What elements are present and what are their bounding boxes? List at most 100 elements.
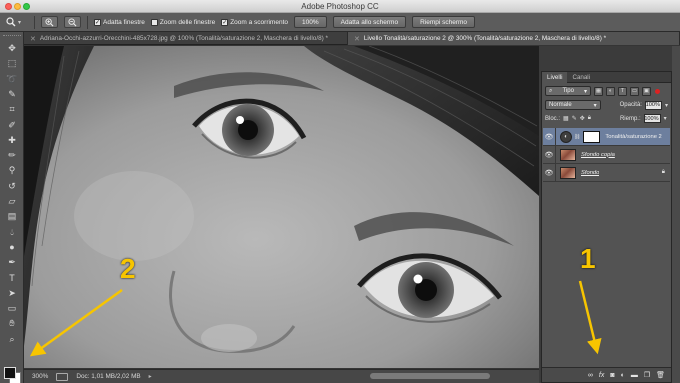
tools-panel: ✥ ⬚ ➰ ✎ ⌗ ✐ ✚ ✏ ⚲ ↺ ▱ ▤ 💧︎ ● ✒ T ➤ ▭ ✋︎ ⌕ <box>0 32 24 383</box>
filter-icon: ⌕ <box>549 87 553 94</box>
lock-label: Bloc.: <box>545 115 561 122</box>
chevron-right-icon[interactable]: ▸ <box>149 373 152 380</box>
lock-all-icon[interactable]: 🔒︎ <box>588 115 591 122</box>
close-tab-icon[interactable]: ✕ <box>30 35 36 43</box>
close-tab-icon[interactable]: ✕ <box>354 35 360 43</box>
window-title: Adobe Photoshop CC <box>301 2 379 11</box>
filter-toggle-icon[interactable] <box>655 88 660 94</box>
options-bar: ▾ ✓ Adatta finestre Zoom delle finestre … <box>0 13 680 32</box>
annotation-number-2: 2 <box>120 253 136 284</box>
collapsed-panels-strip[interactable] <box>672 46 680 383</box>
layers-panel-footer: ∞ fx ◙ ◐ ▬ ❐ 🗑︎ <box>542 367 671 382</box>
visibility-eye-icon[interactable]: 👁︎ <box>543 163 556 182</box>
blend-row: Normale ▾ Opacità: 100% ▾ <box>545 100 668 110</box>
checkbox-checked-icon: ✓ <box>221 18 229 26</box>
brush-tool-icon[interactable]: ✏ <box>4 149 20 162</box>
chevron-down-icon[interactable]: ▾ <box>664 115 667 122</box>
layer-row-sfondo-copia[interactable]: 👁︎ Sfondo copia <box>543 145 670 164</box>
chevron-down-icon[interactable]: ▾ <box>665 102 668 109</box>
quick-select-tool-icon[interactable]: ✎ <box>4 88 20 101</box>
layer-row-hue-saturation[interactable]: 👁︎ ◐ ⛓︎ Tonalità/saturazione 2 <box>543 127 670 146</box>
filter-pixel-icon[interactable]: ▦ <box>594 86 603 96</box>
pen-tool-icon[interactable]: ✒ <box>4 256 20 269</box>
zoom-out-button[interactable] <box>64 16 81 28</box>
layer-row-sfondo[interactable]: 👁︎ Sfondo 🔒︎ <box>543 163 670 182</box>
eraser-tool-icon[interactable]: ▱ <box>4 195 20 208</box>
zoom-100-button[interactable]: 100% <box>294 16 327 28</box>
layers-list: 👁︎ ◐ ⛓︎ Tonalità/saturazione 2 👁︎ Sfondo… <box>543 127 670 182</box>
title-bar: Adobe Photoshop CC <box>0 0 680 13</box>
adjustment-icon[interactable]: ◐ <box>621 372 625 379</box>
marquee-tool-icon[interactable]: ⬚ <box>4 57 20 70</box>
document-tab-active[interactable]: ✕ Livello Tonalità/saturazione 2 @ 300% … <box>348 32 680 45</box>
filter-type-icon[interactable]: T <box>618 86 627 96</box>
checkbox-label: Zoom a scorrimento <box>230 18 288 26</box>
layer-name: Sfondo <box>581 169 600 176</box>
document-canvas[interactable] <box>24 46 539 368</box>
tab-livelli[interactable]: Livelli <box>542 72 568 83</box>
document-tab-label: Adriana-Occhi-azzurri-Orecchini-485x728.… <box>39 35 329 42</box>
panel-grip[interactable] <box>3 35 21 37</box>
folder-icon[interactable]: ▬ <box>631 372 638 379</box>
new-layer-icon[interactable]: ❐ <box>644 371 650 379</box>
divider <box>34 15 35 29</box>
crop-tool-icon[interactable]: ⌗ <box>4 103 20 116</box>
type-tool-icon[interactable]: T <box>4 272 20 285</box>
lock-paint-icon[interactable]: ✎ <box>572 115 577 122</box>
fit-screen-button[interactable]: Adatta allo schermo <box>332 16 407 28</box>
blend-mode-label: Normale <box>549 102 572 108</box>
dodge-tool-icon[interactable]: ● <box>4 241 20 254</box>
filter-shape-icon[interactable]: ▭ <box>630 86 639 96</box>
photo-image <box>24 46 539 368</box>
shape-tool-icon[interactable]: ▭ <box>4 302 20 315</box>
checkbox-label: Zoom delle finestre <box>159 18 216 26</box>
tool-preset-picker[interactable]: ▾ <box>6 15 28 29</box>
lock-transparent-icon[interactable]: ▦ <box>563 115 569 122</box>
filter-adjustment-icon[interactable]: ◐ <box>606 86 615 96</box>
tab-canali[interactable]: Canali <box>567 72 595 83</box>
checkbox-adatta-finestre[interactable]: ✓ Adatta finestre <box>94 18 145 26</box>
foreground-color-swatch[interactable] <box>4 367 16 379</box>
filter-smart-icon[interactable]: ▣ <box>642 86 651 96</box>
path-select-icon[interactable]: ➤ <box>4 287 20 300</box>
document-tab-bar: ✕ Adriana-Occhi-azzurri-Orecchini-485x72… <box>24 32 680 45</box>
link-icon[interactable]: ∞ <box>588 372 593 379</box>
layer-filter-select[interactable]: ⌕ Tipo ▾ <box>545 86 591 96</box>
zoom-tool-icon[interactable]: ⌕ <box>4 333 20 346</box>
hand-tool-icon[interactable]: ✋︎ <box>4 317 20 330</box>
blend-mode-select[interactable]: Normale ▾ <box>545 100 601 110</box>
clone-stamp-icon[interactable]: ⚲ <box>4 164 20 177</box>
filter-label: Tipo <box>562 88 574 94</box>
visibility-eye-icon[interactable]: 👁︎ <box>543 145 556 164</box>
trash-icon[interactable]: 🗑︎ <box>656 371 665 379</box>
checkbox-zoom-delle-finestre[interactable]: Zoom delle finestre <box>150 18 216 26</box>
fill-field[interactable]: 100% <box>643 114 661 123</box>
link-icon: ⛓︎ <box>574 133 581 140</box>
move-tool-icon[interactable]: ✥ <box>4 42 20 55</box>
zoom-level[interactable]: 300% <box>32 373 48 380</box>
document-tab-original[interactable]: ✕ Adriana-Occhi-azzurri-Orecchini-485x72… <box>24 32 348 45</box>
blur-tool-icon[interactable]: 💧︎ <box>4 226 20 239</box>
fill-screen-button[interactable]: Riempi schermo <box>412 16 476 28</box>
lock-row: Bloc.: ▦ ✎ ✥ 🔒︎ Riemp.: 100% ▾ <box>545 114 668 123</box>
fx-icon[interactable]: fx <box>599 372 604 379</box>
healing-brush-icon[interactable]: ✚ <box>4 134 20 147</box>
export-icon[interactable] <box>56 372 69 381</box>
doc-size: Doc: 1,01 MB/2,02 MB <box>76 373 141 380</box>
visibility-eye-icon[interactable]: 👁︎ <box>543 127 556 146</box>
zoom-in-button[interactable] <box>41 16 58 28</box>
divider <box>87 15 88 29</box>
horizontal-scrollbar[interactable] <box>370 373 490 379</box>
opacity-field[interactable]: 100% <box>644 100 662 110</box>
chevron-down-icon: ▾ <box>18 19 22 26</box>
lock-move-icon[interactable]: ✥ <box>580 115 585 122</box>
layer-mask-thumbnail[interactable] <box>583 130 601 143</box>
eyedropper-tool-icon[interactable]: ✐ <box>4 119 20 132</box>
lasso-tool-icon[interactable]: ➰ <box>4 73 20 86</box>
mask-icon[interactable]: ◙ <box>610 372 614 379</box>
layer-thumbnail <box>560 148 576 161</box>
gradient-tool-icon[interactable]: ▤ <box>4 210 20 223</box>
checkbox-zoom-a-scorrimento[interactable]: ✓ Zoom a scorrimento <box>221 18 288 26</box>
history-brush-icon[interactable]: ↺ <box>4 180 20 193</box>
adjustment-layer-icon: ◐ <box>560 130 572 143</box>
